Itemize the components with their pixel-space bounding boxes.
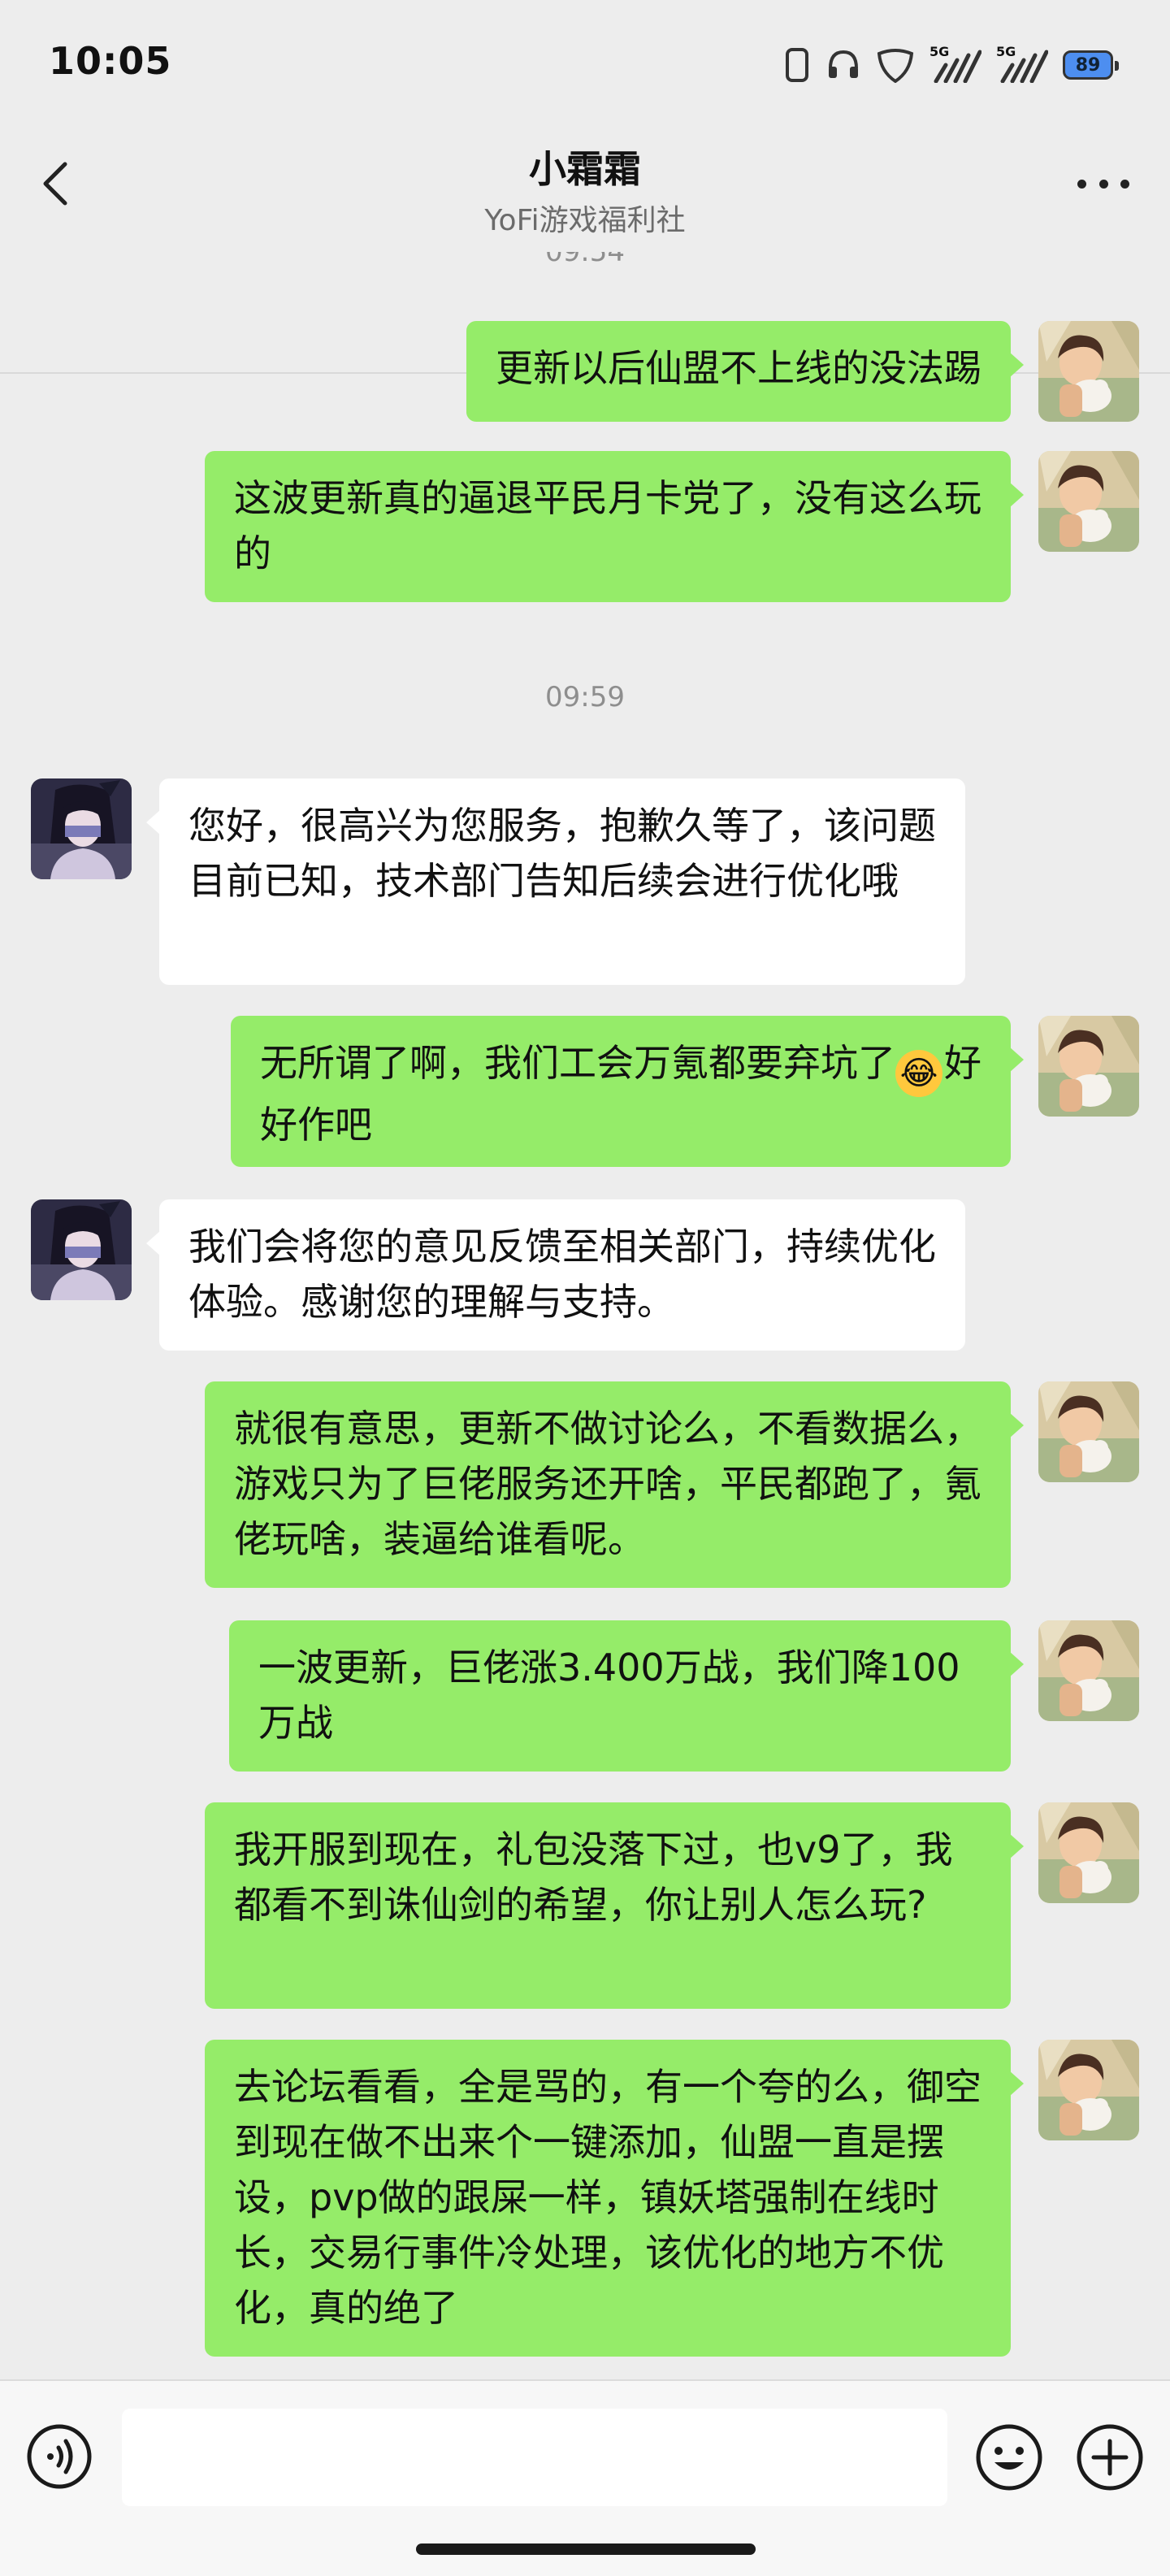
message-text: 您好，很高兴为您服务，抱歉久等了，该问题目前已知，技术部门告知后续会进行优化哦 [188,804,936,903]
status-icons: 5G 5G 89 [783,44,1119,85]
user-avatar[interactable] [1038,1016,1139,1117]
user-avatar[interactable] [1038,321,1139,422]
message-input[interactable] [122,2409,947,2506]
input-bar [0,2379,1170,2576]
timestamp: 09:59 [545,681,625,713]
message-bubble-outgoing[interactable]: 就很有意思，更新不做讨论么，不看数据么，游戏只为了巨佬服务还开啥，平民都跑了，氪… [205,1381,1024,1588]
message-bubble-outgoing[interactable]: 一波更新，巨佬涨3.400万战，我们降100万战 [229,1620,1024,1772]
emoji-icon[interactable] [975,2423,1043,2491]
agent-avatar[interactable] [31,778,132,879]
message-text: 我们会将您的意见反馈至相关部门，持续优化体验。感谢您的理解与支持。 [188,1225,936,1324]
chat-area[interactable]: 09:54 更新以后仙盟不上线的没法踢 这波更新真的逼退平民月卡党了，没有这么玩… [0,252,1170,2379]
message-bubble-outgoing[interactable]: 这波更新真的逼退平民月卡党了，没有这么玩的 [205,451,1024,602]
signal-5g-icon: 5G [996,44,1048,83]
message-text: 无所谓了啊，我们工会万氪都要弃坑了 [260,1041,895,1085]
user-avatar[interactable] [1038,1620,1139,1721]
signal-5g-icon: 5G [930,44,982,83]
user-avatar[interactable] [1038,1381,1139,1482]
shield-icon [877,49,914,83]
message-text: 我开服到现在，礼包没落下过，也v9了，我都看不到诛仙剑的希望，你让别人怎么玩? [234,1828,953,1927]
message-bubble-incoming[interactable]: 我们会将您的意见反馈至相关部门，持续优化体验。感谢您的理解与支持。 [146,1199,965,1351]
chat-title: 小霜霜 [529,147,641,191]
message-text: 这波更新真的逼退平民月卡党了，没有这么玩的 [234,476,982,575]
agent-avatar[interactable] [31,1199,132,1300]
voice-icon[interactable] [26,2423,93,2490]
battery-level: 89 [1075,54,1101,76]
message-text: 就很有意思，更新不做讨论么，不看数据么，游戏只为了巨佬服务还开啥，平民都跑了，氪… [234,1407,982,1561]
message-text: 更新以后仙盟不上线的没法踢 [496,346,982,390]
status-bar: 10:05 5G 5G 89 [0,0,1170,122]
status-time: 10:05 [49,39,172,83]
message-text: 去论坛看看，全是骂的，有一个夸的么，御空到现在做不出来个一键添加，仙盟一直是摆设… [234,2065,982,2330]
plus-icon[interactable] [1076,2423,1144,2491]
message-bubble-outgoing[interactable]: 更新以后仙盟不上线的没法踢 [466,321,1024,422]
message-bubble-outgoing[interactable]: 去论坛看看，全是骂的，有一个夸的么，御空到现在做不出来个一键添加，仙盟一直是摆设… [205,2040,1024,2357]
chat-header: 小霜霜 YoFi游戏福利社 [0,122,1170,374]
home-indicator[interactable] [416,2543,756,2555]
chat-subtitle: YoFi游戏福利社 [484,204,686,237]
vibrate-icon [786,48,808,82]
timestamp: 09:54 [545,252,625,268]
user-avatar[interactable] [1038,451,1139,552]
message-text: 一波更新，巨佬涨3.400万战，我们降100万战 [258,1646,960,1745]
user-avatar[interactable] [1038,1802,1139,1903]
user-avatar[interactable] [1038,2040,1139,2140]
message-bubble-outgoing[interactable]: 我开服到现在，礼包没落下过，也v9了，我都看不到诛仙剑的希望，你让别人怎么玩? [205,1802,1024,2009]
battery-icon: 89 [1063,50,1119,80]
laughing-tears-emoji: 😂 [895,1050,942,1097]
message-bubble-incoming[interactable]: 您好，很高兴为您服务，抱歉久等了，该问题目前已知，技术部门告知后续会进行优化哦 [146,778,965,985]
message-bubble-outgoing[interactable]: 无所谓了啊，我们工会万氪都要弃坑了 😂 好好作吧 [231,1016,1024,1167]
headset-icon [829,50,858,78]
more-dots-icon[interactable] [1077,174,1129,193]
